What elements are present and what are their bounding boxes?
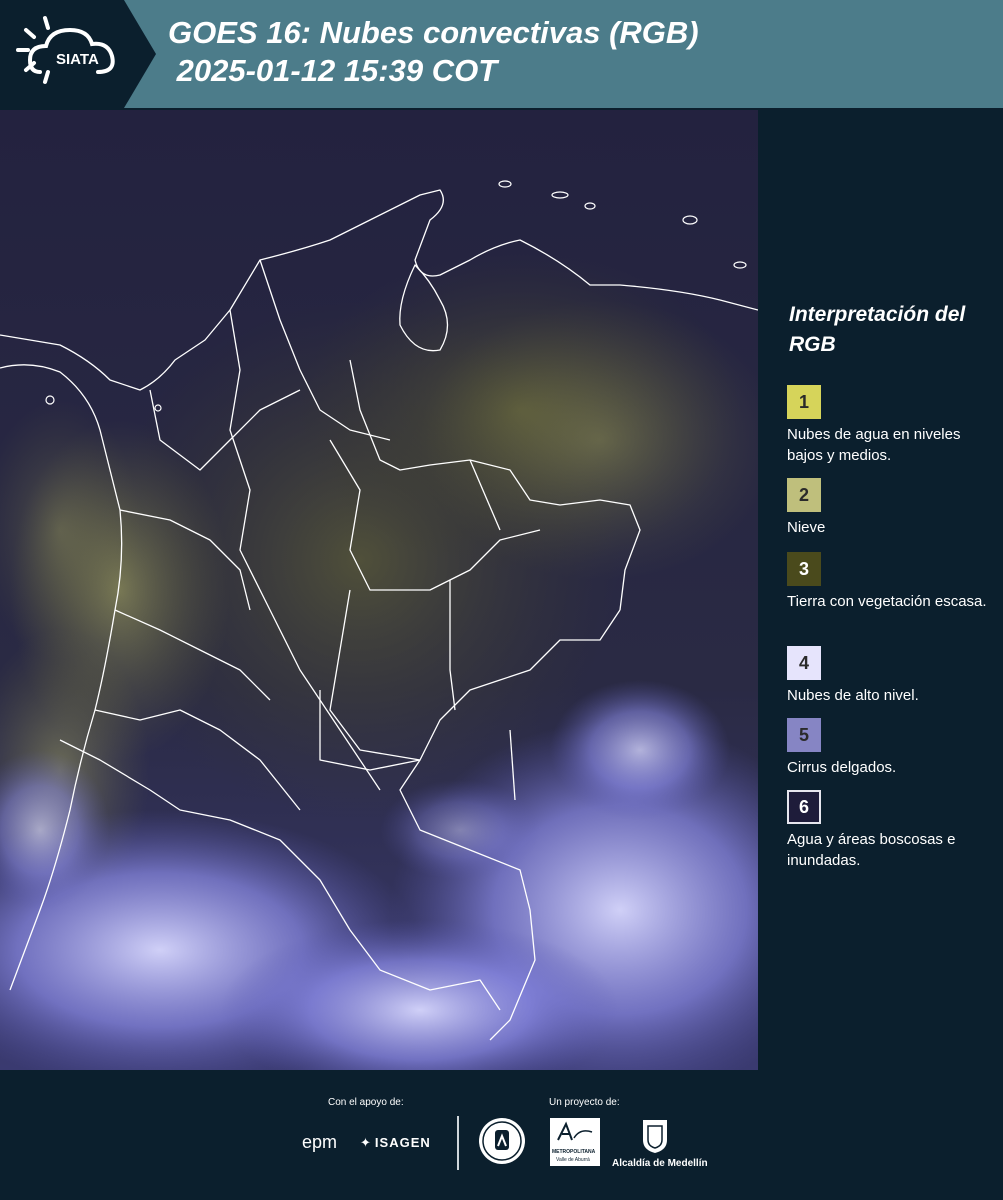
legend-item: 3 Tierra con vegetación escasa. bbox=[787, 552, 987, 612]
legend-item: 4 Nubes de alto nivel. bbox=[787, 646, 987, 706]
legend-label: Nubes de alto nivel. bbox=[787, 687, 919, 704]
footer: Con el apoyo de: Un proyecto de: epm ✦ IS… bbox=[0, 1072, 1003, 1200]
legend-label: Nubes de agua en niveles bajos y medios. bbox=[787, 426, 961, 464]
siata-logo: SIATA bbox=[0, 0, 156, 108]
legend-label: Nieve bbox=[787, 519, 826, 536]
legend-swatch: 6 bbox=[787, 790, 821, 824]
title-line-1: GOES 16: Nubes convectivas (RGB) bbox=[168, 15, 699, 50]
area-line2: Valle de Aburrá bbox=[556, 1157, 590, 1163]
legend-swatch: 2 bbox=[787, 478, 821, 512]
legend-swatch: 5 bbox=[787, 718, 821, 752]
legend-label: Cirrus delgados. bbox=[787, 759, 897, 776]
footer-divider bbox=[457, 1116, 459, 1170]
legend-item: 6 Agua y áreas boscosas e inundadas. bbox=[787, 790, 987, 871]
isagen-logo: ✦ ISAGEN bbox=[360, 1135, 431, 1151]
legend-label: Tierra con vegetación escasa. bbox=[787, 593, 987, 610]
medellin-shield-icon bbox=[640, 1118, 670, 1159]
page-title: GOES 16: Nubes convectivas (RGB) 2025-01… bbox=[168, 14, 699, 90]
legend-label: Agua y áreas boscosas e inundadas. bbox=[787, 831, 956, 869]
header: SIATA GOES 16: Nubes convectivas (RGB) 2… bbox=[0, 0, 1003, 108]
legend-swatch: 1 bbox=[787, 385, 821, 419]
satellite-map[interactable] bbox=[0, 110, 758, 1070]
support-label: Con el apoyo de: bbox=[328, 1097, 404, 1108]
epm-logo: epm bbox=[302, 1132, 338, 1152]
legend-title: Interpretación del RGB bbox=[789, 303, 966, 356]
legend-swatch: 4 bbox=[787, 646, 821, 680]
logo-text: SIATA bbox=[56, 51, 99, 68]
isagen-icon: ✦ bbox=[360, 1135, 372, 1150]
legend-item: 2 Nieve bbox=[787, 478, 987, 538]
medellin-label: Alcaldía de Medellín bbox=[612, 1158, 708, 1169]
area-metropolitana-logo: METROPOLITANA Valle de Aburrá bbox=[550, 1118, 600, 1166]
legend-item: 5 Cirrus delgados. bbox=[787, 718, 987, 778]
area-line1: METROPOLITANA bbox=[552, 1149, 596, 1155]
university-seal-icon bbox=[477, 1116, 527, 1171]
legend: Interpretación del RGB bbox=[775, 300, 995, 380]
title-line-2: 2025-01-12 15:39 COT bbox=[168, 53, 498, 88]
legend-swatch: 3 bbox=[787, 552, 821, 586]
project-label: Un proyecto de: bbox=[549, 1097, 620, 1108]
legend-item: 1 Nubes de agua en niveles bajos y medios… bbox=[787, 385, 987, 466]
isagen-text: ISAGEN bbox=[374, 1135, 431, 1150]
